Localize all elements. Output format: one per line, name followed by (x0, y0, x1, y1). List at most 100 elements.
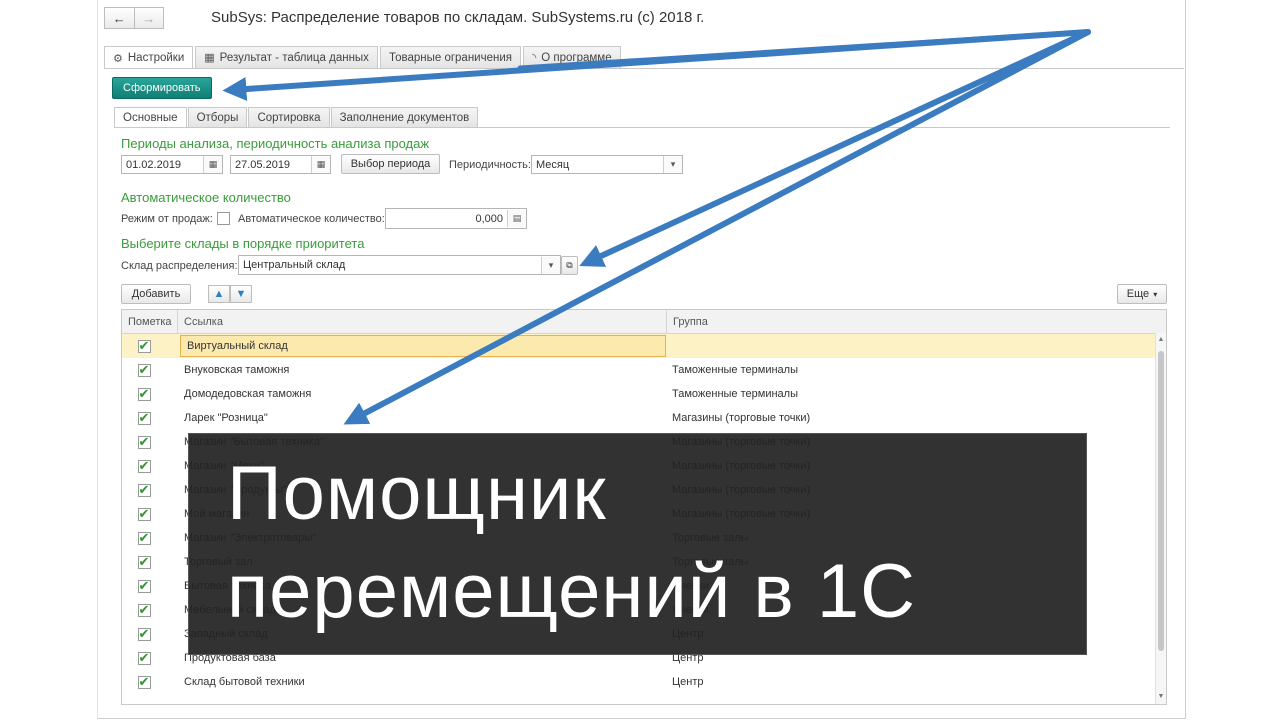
tab-result-table[interactable]: ▦ Результат - таблица данных (195, 46, 378, 68)
ref-cell[interactable]: Виртуальный склад (180, 335, 666, 357)
sales-mode-label: Режим от продаж: (121, 213, 213, 225)
subtab-fill-documents[interactable]: Заполнение документов (330, 107, 479, 127)
calendar-icon[interactable]: ▦ (203, 156, 222, 173)
scroll-thumb[interactable] (1158, 351, 1164, 651)
row-checkbox[interactable]: ✔ (137, 481, 151, 497)
column-header-ref[interactable]: Ссылка (178, 310, 667, 333)
tab-about[interactable]: ◝ О программе (522, 46, 621, 68)
group-cell[interactable]: Магазины (торговые точки) (666, 406, 1156, 430)
table-row[interactable]: ✔ Склад бытовой техники Центр (122, 670, 1166, 694)
title-overlay: Помощник перемещений в 1С (188, 433, 1087, 655)
row-checkbox[interactable]: ✔ (137, 603, 151, 617)
mark-cell[interactable]: ✔ (122, 574, 178, 598)
date-to-value: 27.05.2019 (235, 158, 291, 171)
table-row[interactable]: ✔ Внуковская таможня Таможенные терминалы (122, 358, 1166, 382)
sales-mode-checkbox[interactable] (217, 212, 230, 225)
group-cell[interactable]: Центр (666, 670, 1156, 694)
table-row[interactable]: ✔ Домодедовская таможня Таможенные термина… (122, 382, 1166, 406)
move-up-icon[interactable]: ▲ (208, 285, 230, 303)
calendar-icon[interactable]: ▦ (311, 156, 330, 173)
subtabs-divider (114, 127, 1170, 128)
dist-warehouse-select[interactable]: Центральный склад ▾ (238, 255, 561, 275)
tab-settings[interactable]: ⚙ Настройки (104, 46, 194, 69)
tabs-divider (104, 68, 1184, 69)
date-to-field[interactable]: 27.05.2019 ▦ (230, 155, 331, 174)
mark-cell[interactable]: ✔ (122, 430, 178, 454)
row-checkbox[interactable]: ✔ (137, 675, 151, 689)
row-checkbox[interactable]: ✔ (137, 411, 151, 425)
mark-cell[interactable]: ✔ (122, 382, 178, 406)
mark-cell[interactable]: ✔ (122, 670, 178, 694)
ref-cell[interactable]: Склад бытовой техники (178, 670, 666, 694)
move-down-icon[interactable]: ▼ (230, 285, 252, 303)
row-checkbox[interactable]: ✔ (137, 651, 151, 665)
mark-cell[interactable]: ✔ (122, 454, 178, 478)
more-button[interactable]: Еще ▾ (1117, 284, 1167, 304)
subtab-sorting[interactable]: Сортировка (248, 107, 330, 127)
row-checkbox[interactable]: ✔ (137, 459, 151, 473)
mark-cell[interactable]: ✔ (122, 406, 178, 430)
forward-button[interactable]: → (134, 7, 164, 29)
column-header-mark[interactable]: Пометка (122, 310, 178, 333)
column-header-group[interactable]: Группа (667, 310, 1157, 333)
ref-cell[interactable]: Ларек "Розница" (178, 406, 666, 430)
mark-cell[interactable]: ✔ (122, 550, 178, 574)
rss-icon: ◝ (531, 52, 537, 64)
vertical-scrollbar[interactable]: ▲ ▼ (1155, 333, 1166, 704)
group-cell[interactable]: Таможенные терминалы (666, 382, 1156, 406)
checkmark-icon: ✔ (138, 337, 150, 353)
row-checkbox[interactable]: ✔ (137, 579, 151, 593)
periodicity-select[interactable]: Месяц ▾ (531, 155, 683, 174)
table-row[interactable]: ✔ Виртуальный склад (122, 334, 1166, 358)
mark-cell[interactable]: ✔ (122, 502, 178, 526)
generate-button[interactable]: Сформировать (112, 77, 212, 99)
ref-cell[interactable]: Домодедовская таможня (178, 382, 666, 406)
checkmark-icon: ✔ (138, 481, 150, 497)
group-cell[interactable] (666, 334, 1156, 358)
checkmark-icon: ✔ (138, 385, 150, 401)
tab-label: Результат - таблица данных (219, 51, 369, 64)
dropdown-icon[interactable]: ▾ (663, 156, 682, 173)
row-checkbox[interactable]: ✔ (137, 363, 151, 377)
row-checkbox[interactable]: ✔ (137, 505, 151, 521)
ref-cell[interactable]: Внуковская таможня (178, 358, 666, 382)
row-checkbox[interactable]: ✔ (137, 385, 151, 401)
auto-qty-field[interactable]: 0,000 ▤ (385, 208, 527, 229)
tab-label: Товарные ограничения (388, 51, 512, 64)
date-from-field[interactable]: 01.02.2019 ▦ (121, 155, 223, 174)
mark-cell[interactable]: ✔ (122, 358, 178, 382)
more-label: Еще (1126, 288, 1150, 300)
row-checkbox[interactable]: ✔ (137, 555, 151, 569)
tab-product-limits[interactable]: Товарные ограничения (379, 46, 521, 68)
back-button[interactable]: ← (104, 7, 135, 29)
row-checkbox[interactable]: ✔ (137, 337, 151, 353)
group-cell[interactable]: Таможенные терминалы (666, 358, 1156, 382)
period-select-button[interactable]: Выбор периода (341, 154, 440, 174)
arrow-right-icon: → (142, 10, 156, 26)
mark-cell[interactable]: ✔ (122, 622, 178, 646)
checkmark-icon: ✔ (138, 505, 150, 521)
arrow-left-icon: ← (112, 10, 126, 26)
scroll-down-icon[interactable]: ▼ (1156, 692, 1166, 702)
open-icon[interactable]: ⧉ (561, 256, 578, 275)
periodicity-value: Месяц (536, 158, 570, 171)
calculator-icon[interactable]: ▤ (507, 210, 526, 227)
mark-cell[interactable]: ✔ (122, 478, 178, 502)
dropdown-icon[interactable]: ▾ (541, 256, 560, 274)
checkmark-icon: ✔ (138, 529, 150, 545)
row-checkbox[interactable]: ✔ (137, 435, 151, 449)
subtab-filters[interactable]: Отборы (187, 107, 248, 127)
mark-cell[interactable]: ✔ (122, 334, 178, 358)
table-row[interactable]: ✔ Ларек "Розница" Магазины (торговые точки… (122, 406, 1166, 430)
mark-cell[interactable]: ✔ (122, 598, 178, 622)
scroll-up-icon[interactable]: ▲ (1156, 335, 1166, 345)
subtab-main[interactable]: Основные (114, 107, 187, 128)
add-button[interactable]: Добавить (121, 284, 191, 304)
tab-label: О программе (541, 51, 612, 64)
mark-cell[interactable]: ✔ (122, 646, 178, 670)
row-checkbox[interactable]: ✔ (137, 529, 151, 545)
row-checkbox[interactable]: ✔ (137, 627, 151, 641)
gear-icon: ⚙ (113, 52, 123, 65)
mark-cell[interactable]: ✔ (122, 526, 178, 550)
date-from-value: 01.02.2019 (126, 158, 182, 171)
